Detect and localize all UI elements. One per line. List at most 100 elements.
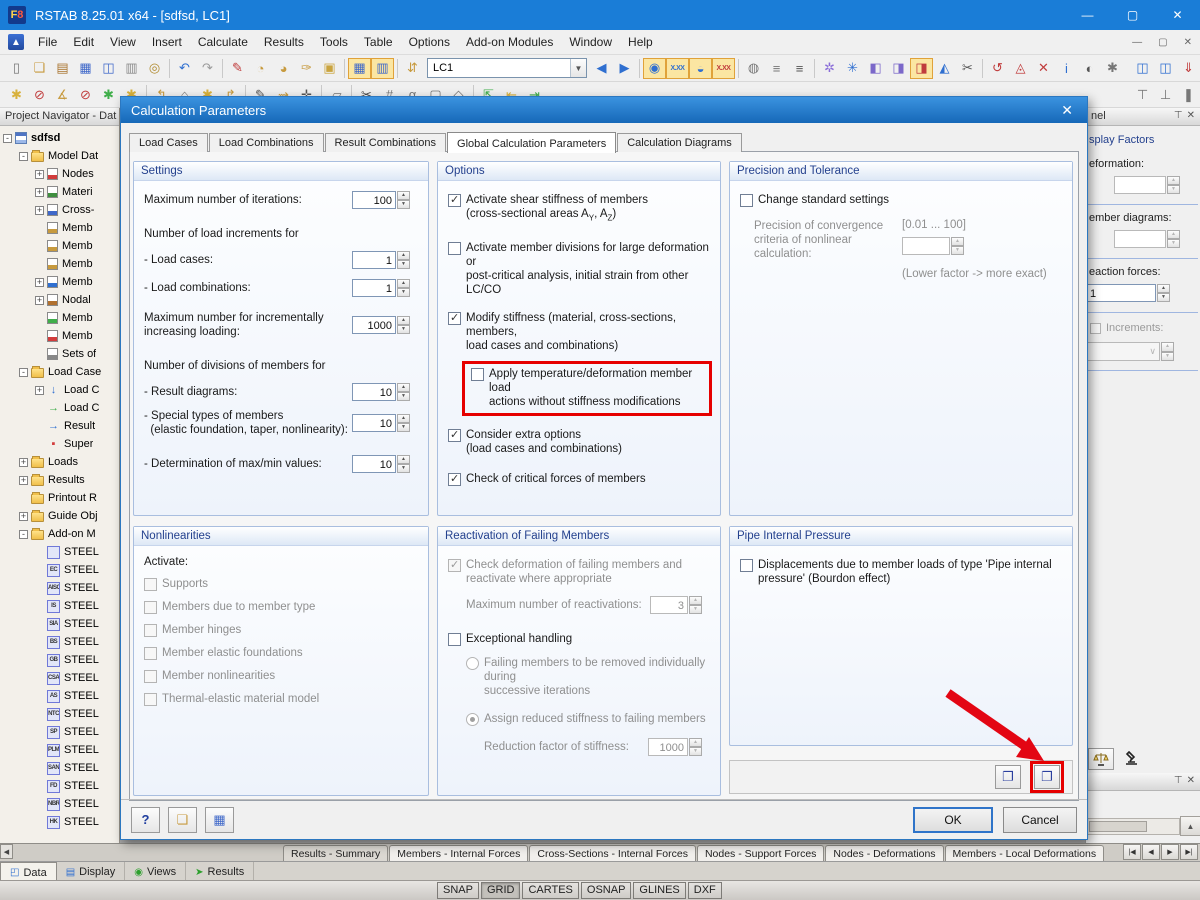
tree-expander[interactable]: + <box>35 386 44 395</box>
redo-icon[interactable]: ↷ <box>196 58 219 79</box>
tree-item[interactable]: GBSTEEL <box>0 651 119 669</box>
status-snap-button[interactable]: SNAP <box>437 882 479 899</box>
print-icon[interactable]: ▥ <box>120 58 143 79</box>
settings-icon[interactable]: ✱ <box>1101 58 1124 79</box>
menu-window[interactable]: Window <box>561 31 620 53</box>
tree-expander[interactable]: + <box>35 296 44 305</box>
tree-item[interactable]: +Materi <box>0 183 119 201</box>
panel-close-icon[interactable]: ✕ <box>1187 110 1195 125</box>
status-dxf-button[interactable]: DXF <box>688 882 722 899</box>
change-standard-settings-checkbox[interactable] <box>740 194 753 207</box>
max-values-icon[interactable]: X.XX <box>712 58 735 79</box>
tree-item[interactable]: FDSTEEL <box>0 777 119 795</box>
open-settings-button[interactable]: ❏ <box>168 807 197 833</box>
tree-item[interactable]: +Loads <box>0 453 119 471</box>
tree-item[interactable]: +Memb <box>0 273 119 291</box>
dialog-tab-load-combinations[interactable]: Load Combinations <box>209 133 324 152</box>
tree-item[interactable]: ISSTEEL <box>0 597 119 615</box>
clip-icon[interactable]: ✂ <box>956 58 979 79</box>
navigator-tab-display[interactable]: ▤Display <box>57 862 126 880</box>
menu-results[interactable]: Results <box>256 31 312 53</box>
table-view-icon[interactable]: ◫ <box>1131 58 1154 79</box>
tree-item[interactable]: Sets of <box>0 345 119 363</box>
open-icon[interactable]: ❏ <box>28 58 51 79</box>
tree-expander[interactable]: - <box>3 134 12 143</box>
last-table-button[interactable]: ▶| <box>1180 844 1198 860</box>
tree-item[interactable]: HKSTEEL <box>0 813 119 831</box>
preview-icon[interactable]: ◎ <box>143 58 166 79</box>
tree-item[interactable]: BSSTEEL <box>0 633 119 651</box>
combo-dropdown-icon[interactable]: ▼ <box>570 59 586 77</box>
tree-item[interactable]: Memb <box>0 309 119 327</box>
grid-plane-icon[interactable]: ◭ <box>933 58 956 79</box>
spinner-buttons[interactable]: ▲▼ <box>397 251 410 269</box>
tree-expander[interactable]: + <box>19 512 28 521</box>
undo-icon[interactable]: ↶ <box>173 58 196 79</box>
tree-item[interactable]: Memb <box>0 327 119 345</box>
settings-row-spinner[interactable]: 10▲▼ <box>352 383 410 401</box>
settings-row-spinner[interactable]: 10▲▼ <box>352 414 410 432</box>
settings-row-spinner[interactable]: 1▲▼ <box>352 279 410 297</box>
load-direction-icon[interactable]: ⇵ <box>401 58 424 79</box>
tree-item[interactable]: +Guide Obj <box>0 507 119 525</box>
dialog-tab-result-combinations[interactable]: Result Combinations <box>325 133 447 152</box>
menu-file[interactable]: File <box>30 31 65 53</box>
tree-expander[interactable]: + <box>35 188 44 197</box>
tree-expander[interactable]: - <box>19 530 28 539</box>
show-results-icon[interactable]: ◉ <box>643 58 666 79</box>
scroll-up-button[interactable]: ▲ <box>1180 816 1200 836</box>
navigator-tab-results[interactable]: ➤Results <box>186 862 254 880</box>
table-view2-icon[interactable]: ◫ <box>1154 58 1177 79</box>
status-cartes-button[interactable]: CARTES <box>522 882 578 899</box>
tree-item[interactable]: →Load C <box>0 399 119 417</box>
spinner-buttons[interactable]: ▲▼ <box>397 316 410 334</box>
spinner-buttons[interactable]: ▲▼ <box>397 414 410 432</box>
zoom-window-icon[interactable]: ◕ <box>272 58 295 79</box>
spinner-value[interactable]: 10 <box>352 414 396 432</box>
menu-insert[interactable]: Insert <box>144 31 190 53</box>
member-tool2-icon[interactable]: ⊘ <box>74 84 97 105</box>
rotate-icon[interactable]: ↺ <box>986 58 1009 79</box>
maximize-button[interactable]: ▢ <box>1110 0 1155 30</box>
spinner-value[interactable]: 1 <box>352 279 396 297</box>
mdi-close-button[interactable]: ✕ <box>1176 35 1200 50</box>
navigator-tab-data[interactable]: ◰Data <box>0 862 57 880</box>
dialog-tab-global-calculation-parameters[interactable]: Global Calculation Parameters <box>447 132 616 153</box>
option-checkbox[interactable] <box>448 473 461 486</box>
spinner-buttons[interactable]: ▲▼ <box>397 455 410 473</box>
close-button[interactable]: ✕ <box>1155 0 1200 30</box>
work-plane-y-icon[interactable]: ◨ <box>887 58 910 79</box>
horizontal-scrollbar[interactable] <box>1086 818 1180 835</box>
work-plane-z-icon[interactable]: ◨ <box>910 58 933 79</box>
previous-load-case-icon[interactable]: ◀ <box>590 58 613 79</box>
spinner-buttons[interactable]: ▲▼ <box>397 383 410 401</box>
tree-expander[interactable]: - <box>19 368 28 377</box>
save-settings-button[interactable]: ▦ <box>205 807 234 833</box>
cancel-button[interactable]: Cancel <box>1003 807 1077 833</box>
status-grid-button[interactable]: GRID <box>481 882 521 899</box>
option-checkbox[interactable] <box>448 429 461 442</box>
table-tab-cross-sections-internal-forces[interactable]: Cross-Sections - Internal Forces <box>529 845 696 861</box>
spinner-value[interactable]: 100 <box>352 191 396 209</box>
spinner-value[interactable]: 10 <box>352 455 396 473</box>
table-tab-nodes-deformations[interactable]: Nodes - Deformations <box>825 845 943 861</box>
tree-expander[interactable]: + <box>19 458 28 467</box>
menu-table[interactable]: Table <box>356 31 401 53</box>
mdi-restore-button[interactable]: ▢ <box>1150 35 1175 50</box>
menu-help[interactable]: Help <box>620 31 661 53</box>
tree-expander[interactable]: + <box>35 278 44 287</box>
scale-tool-button[interactable] <box>1088 748 1114 770</box>
tree-item[interactable]: SIASTEEL <box>0 615 119 633</box>
result-values-icon[interactable]: X.XX <box>666 58 689 79</box>
menu-view[interactable]: View <box>102 31 144 53</box>
tree-item[interactable]: NBRSTEEL <box>0 795 119 813</box>
tree-item[interactable]: +Nodes <box>0 165 119 183</box>
zoom-icon[interactable]: ◔ <box>249 58 272 79</box>
table-toggle-icon[interactable]: ▦ <box>348 58 371 79</box>
tree-item[interactable]: Memb <box>0 219 119 237</box>
new-model-icon[interactable]: ✎ <box>226 58 249 79</box>
result-view-icon[interactable]: ◒ <box>689 58 712 79</box>
panel-abacus-icon[interactable]: ≡ <box>765 58 788 79</box>
menu-add-on-modules[interactable]: Add-on Modules <box>458 31 561 53</box>
dialog-close-icon[interactable]: ✕ <box>1057 102 1077 119</box>
